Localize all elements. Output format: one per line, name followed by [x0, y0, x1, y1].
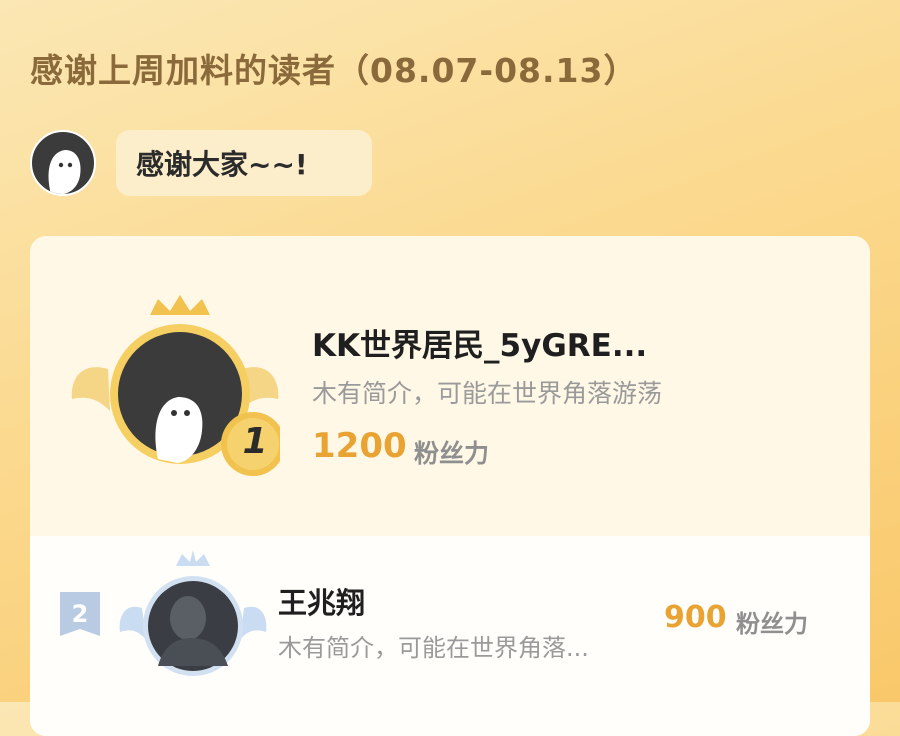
wing-right-icon — [240, 606, 267, 640]
wing-left-icon — [119, 606, 146, 640]
wing-left-icon — [71, 367, 110, 411]
ghost-icon — [48, 150, 81, 194]
rank-2-score: 900 — [664, 600, 727, 635]
rank-2-score-unit: 粉丝力 — [736, 610, 808, 638]
crown-icon — [176, 550, 210, 566]
rank-2-avatar[interactable] — [118, 548, 268, 688]
page-title: 感谢上周加料的读者（08.07-08.13） — [30, 51, 638, 90]
rank-2-bio: 木有简介，可能在世界角落... — [278, 634, 589, 662]
rank-1-avatar-badge[interactable]: 1 — [70, 291, 285, 491]
rank-2-name[interactable]: 王兆翔 — [278, 580, 365, 622]
message-bubble: 感谢大家~~! — [116, 130, 372, 196]
rank-1-score-unit: 粉丝力 — [414, 439, 490, 468]
rank-1-name[interactable]: KK世界居民_5yGRE... — [312, 320, 647, 365]
rank-1-score: 1200 — [312, 426, 407, 466]
rank-2-row[interactable]: 2 王兆翔 木有简介，可能在世界角落... 900 粉丝力 — [30, 536, 870, 736]
rank-1-bio: 木有简介，可能在世界角落游荡 — [312, 379, 663, 408]
leaderboard-card: 1 KK世界居民_5yGRE... 木有简介，可能在世界角落游荡 1200 粉丝… — [30, 236, 870, 736]
rank-1-number: 1 — [242, 421, 268, 462]
crown-icon — [150, 295, 210, 315]
rank-2-badge: 2 — [60, 592, 100, 636]
avatar[interactable] — [30, 130, 96, 196]
